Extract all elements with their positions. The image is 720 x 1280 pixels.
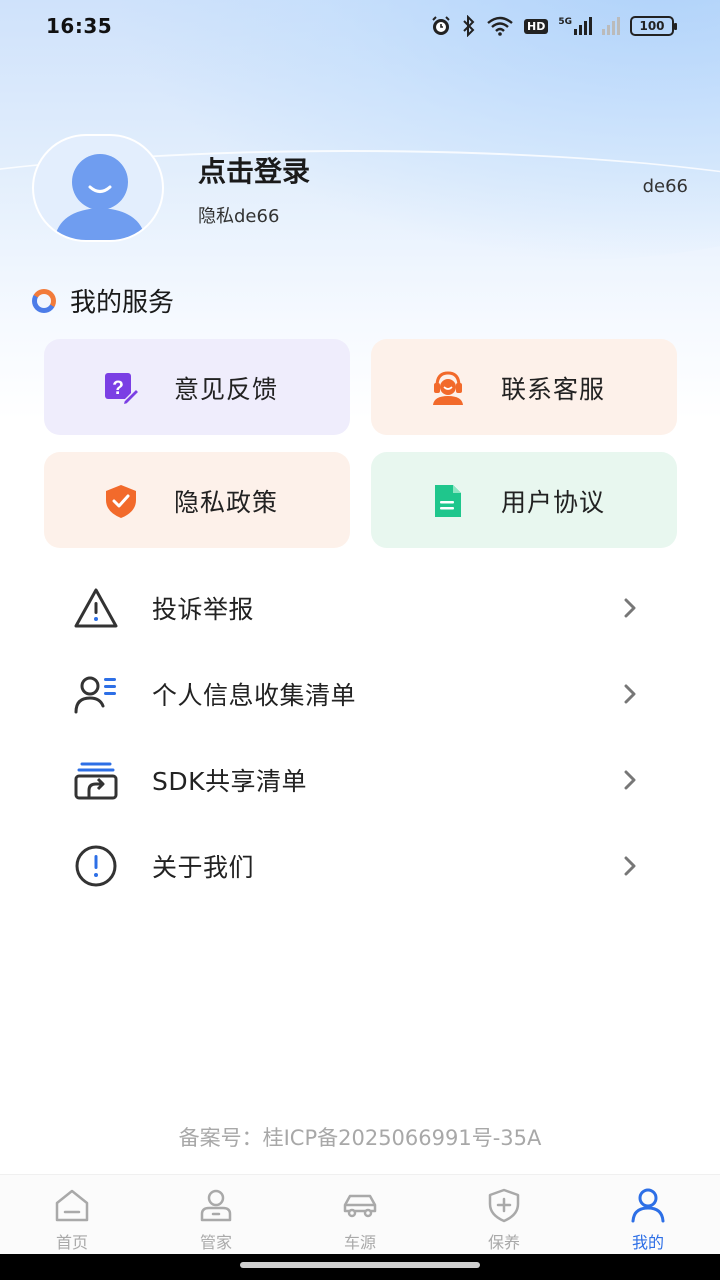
icp-record: 备案号：桂ICP备2025066991号-35A [178, 1126, 542, 1150]
services-title: 我的服务 [70, 288, 175, 318]
personal-info-list-item[interactable]: 个人信息收集清单 [72, 664, 648, 724]
alarm-icon [432, 16, 450, 35]
privacy-policy-label: 隐私政策 [174, 488, 279, 517]
complaint-report-label: 投诉举报 [152, 595, 255, 624]
car-icon [343, 1194, 377, 1218]
avatar[interactable] [32, 134, 164, 242]
home-gesture-handle[interactable] [240, 1262, 480, 1268]
feedback-icon: ? [105, 373, 140, 407]
wifi-icon [487, 16, 513, 36]
svg-text:?: ? [112, 378, 124, 399]
sdk-share-list-label: SDK共享清单 [152, 767, 308, 796]
tab-car-source[interactable]: 车源 [288, 1175, 432, 1254]
tab-butler-label: 管家 [199, 1233, 232, 1252]
user-agreement-card[interactable]: 用户协议 [371, 452, 677, 548]
customer-service-icon [433, 371, 463, 405]
status-bar: 16:35 HD 5G 100 [0, 0, 720, 52]
about-us-item[interactable]: 关于我们 [72, 836, 648, 896]
status-time: 16:35 [46, 14, 113, 38]
signal-5g-icon: 5G [558, 17, 592, 35]
bluetooth-icon [463, 15, 475, 37]
profile-subtitle: 隐私de66 [198, 206, 280, 227]
maintenance-icon [488, 1188, 520, 1223]
net-label: 5G [558, 17, 572, 27]
hd-icon: HD [524, 18, 549, 34]
profile-icon [631, 1188, 665, 1223]
about-us-label: 关于我们 [152, 853, 255, 882]
tab-bar: 首页 管家 车源 保养 我的 [0, 1174, 720, 1254]
tab-profile-label: 我的 [631, 1233, 664, 1252]
services-header: 我的服务 [32, 282, 174, 319]
info-icon [75, 845, 117, 887]
tab-maintenance-label: 保养 [487, 1233, 520, 1252]
complaint-report-item[interactable]: 投诉举报 [72, 578, 648, 638]
sdk-share-list-item[interactable]: SDK共享清单 [72, 750, 648, 810]
profile-tag: de66 [642, 176, 688, 197]
privacy-policy-card[interactable]: 隐私政策 [44, 452, 350, 548]
user-list-icon [74, 676, 116, 714]
feedback-card[interactable]: ? 意见反馈 [44, 339, 350, 435]
signal-icon [602, 17, 620, 35]
tab-home-label: 首页 [55, 1233, 88, 1252]
document-icon [435, 485, 461, 517]
chevron-right-icon [624, 598, 636, 618]
tab-profile[interactable]: 我的 [576, 1175, 720, 1254]
share-icon [74, 762, 118, 800]
shield-icon [106, 485, 136, 518]
tab-home[interactable]: 首页 [0, 1175, 144, 1254]
tab-butler[interactable]: 管家 [144, 1175, 288, 1254]
chevron-right-icon [624, 770, 636, 790]
chevron-right-icon [624, 856, 636, 876]
chevron-right-icon [624, 684, 636, 704]
customer-service-label: 联系客服 [501, 375, 606, 404]
status-icons: HD 5G 100 [430, 15, 677, 37]
feedback-label: 意见反馈 [174, 375, 279, 404]
tab-maintenance[interactable]: 保养 [432, 1175, 576, 1254]
home-icon [55, 1189, 89, 1222]
login-button[interactable]: 点击登录 [198, 150, 310, 190]
section-dot-icon [32, 288, 56, 313]
customer-service-card[interactable]: 联系客服 [371, 339, 677, 435]
personal-info-list-label: 个人信息收集清单 [152, 681, 357, 710]
battery-indicator: 100 [630, 16, 677, 36]
tab-car-source-label: 车源 [343, 1233, 376, 1252]
warning-icon [74, 588, 118, 628]
user-agreement-label: 用户协议 [501, 488, 606, 517]
user-avatar-icon [32, 134, 164, 242]
butler-icon [200, 1189, 232, 1222]
